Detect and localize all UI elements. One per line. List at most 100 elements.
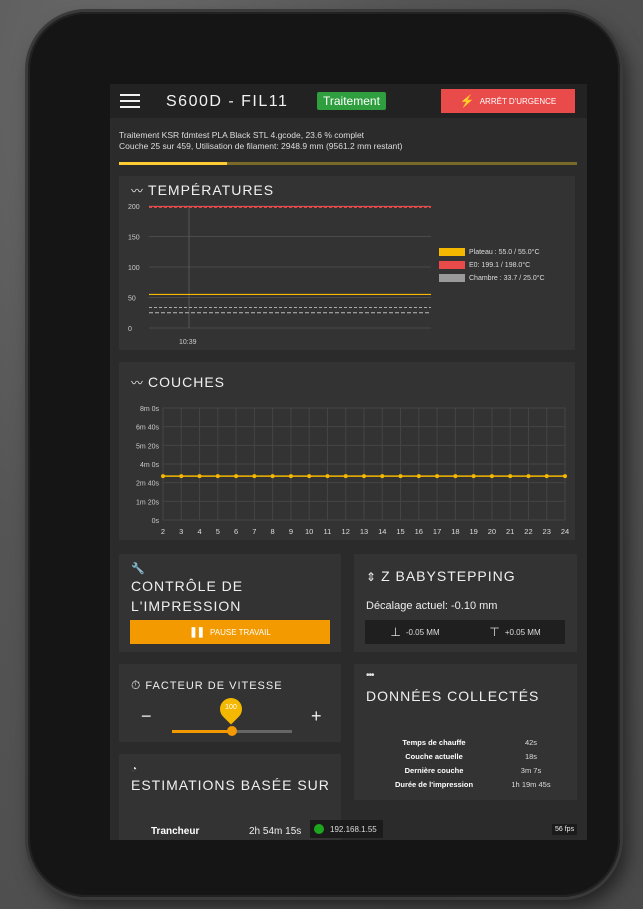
layers-y-tick: 0s [152, 518, 160, 525]
layers-y-tick: 8m 0s [140, 406, 160, 413]
job-line-1: Traitement KSR fdmtest PLA Black STL 4.g… [119, 130, 365, 140]
layer-time-point [270, 474, 275, 479]
current-offset: Décalage actuel: -0.10 mm [366, 600, 498, 612]
layer-time-point [380, 474, 385, 479]
temperatures-panel: 〰 TEMPÉRATURES 200 150 100 50 0 10:39 Plateau … [119, 176, 575, 350]
ip-address: 192.168.1.55 [330, 824, 377, 834]
layers-x-tick: 6 [234, 527, 238, 536]
legend-entry[interactable]: Chambre : 33.7 / 25.0°C [439, 274, 545, 282]
clock-icon: ◔ [131, 764, 138, 775]
layer-time-point [234, 474, 239, 479]
app-screen: S600D - FIL11 Traitement ⚡ ARRÊT D'URGEN… [110, 84, 587, 840]
data-row-label: Temps de chauffe [402, 738, 466, 747]
layer-time-point [435, 474, 440, 479]
layer-time-point [215, 474, 220, 479]
babystepping-title: ⇕ Z BABYSTEPPING [366, 568, 516, 584]
legend-entry[interactable]: Plateau : 55.0 / 55.0°C [439, 248, 545, 256]
layer-time-point [398, 474, 403, 479]
legend-label: Plateau : 55.0 / 55.0°C [469, 248, 540, 256]
temp-x-tick: 10:39 [179, 339, 197, 346]
print-control-title: CONTRÔLE DE L'IMPRESSION [131, 578, 244, 614]
layer-time-point [325, 474, 330, 479]
data-row-value: 3m 7s [520, 766, 542, 775]
speed-increase-button[interactable]: + [311, 706, 322, 727]
layers-x-tick: 7 [252, 527, 256, 536]
layers-x-tick: 9 [289, 527, 293, 536]
layers-y-tick: 6m 40s [136, 425, 159, 432]
layer-time-point [343, 474, 348, 479]
layers-chart: 8m 0s6m 40s5m 20s4m 0s2m 40s1m 20s0s2 3 4 5… [136, 406, 569, 536]
speed-factor-title: ⏱ FACTEUR DE VITESSE [131, 678, 283, 692]
speed-slider-fill [172, 730, 232, 733]
temp-y-tick: 200 [128, 204, 140, 211]
speed-decrease-button[interactable]: − [141, 706, 152, 727]
layers-x-tick: 19 [469, 527, 477, 536]
layer-time-point [544, 474, 549, 479]
lightning-icon: ⚡ [459, 94, 475, 108]
babystep-up-button[interactable]: ⊤ +0.05 MM [465, 620, 565, 644]
layer-time-point [362, 474, 366, 479]
layers-x-tick: 11 [324, 527, 332, 536]
layer-time-point [307, 474, 312, 479]
babystepping-panel: ⇕ Z BABYSTEPPING Décalage actuel: -0.10 m… [354, 554, 577, 652]
layer-time-point [489, 474, 494, 479]
top-bar: S600D - FIL11 Traitement ⚡ ARRÊT D'URGEN… [110, 84, 587, 118]
estimation-source-value: 2h 54m 15s [249, 826, 302, 837]
layer-time-point [563, 474, 567, 479]
legend-swatch [439, 274, 465, 282]
layers-x-tick: 20 [488, 527, 496, 536]
layers-x-tick: 23 [543, 527, 551, 536]
layer-time-point [288, 474, 293, 479]
arrow-up-from-line-icon: ⊤ [489, 625, 500, 639]
layer-time-point [197, 474, 202, 479]
data-row-value: 42s [524, 738, 538, 747]
emergency-stop-label: ARRÊT D'URGENCE [479, 96, 557, 106]
temp-y-tick: 50 [128, 296, 136, 303]
legend-swatch [439, 248, 465, 256]
layers-x-tick: 18 [451, 527, 459, 536]
temp-y-tick: 100 [128, 265, 140, 272]
pause-icon: ❚❚ [189, 626, 205, 638]
pause-job-button[interactable]: ❚❚ PAUSE TRAVAIL [130, 620, 330, 644]
layers-y-tick: 2m 40s [136, 481, 159, 488]
speed-slider-handle[interactable] [227, 726, 237, 736]
menu-icon[interactable] [120, 94, 140, 108]
estimations-panel: ◔ ESTIMATIONS BASÉE SUR Trancheur 2h 54m… [119, 754, 341, 840]
collected-data-title: DONNÉES COLLECTÉS [366, 688, 540, 704]
fps-counter: 56 fps [552, 824, 578, 835]
legend-swatch [439, 261, 465, 269]
print-control-panel: 🔧 CONTRÔLE DE L'IMPRESSION ❚❚ PAUSE TRAV… [119, 554, 341, 652]
layers-x-tick: 3 [179, 527, 183, 536]
printer-name: S600D - FIL11 [166, 93, 289, 110]
layers-x-tick: 24 [561, 527, 569, 536]
temp-y-tick: 0 [128, 326, 132, 333]
legend-label: E0: 199.1 / 198.0°C [469, 261, 531, 269]
legend-label: Chambre : 33.7 / 25.0°C [469, 274, 545, 282]
updown-icon: ⇕ [366, 570, 378, 584]
temp-y-tick: 150 [128, 235, 140, 242]
babystep-down-button[interactable]: ⊥ -0.05 MM [365, 620, 465, 644]
wrench-icon: 🔧 [131, 563, 145, 575]
stopwatch-icon: ⏱ [131, 678, 142, 692]
layers-y-tick: 4m 0s [140, 462, 160, 469]
data-row-label: Durée de l'impression [394, 780, 474, 789]
arrow-down-to-line-icon: ⊥ [390, 625, 401, 639]
job-progress-bar [119, 162, 577, 165]
layer-time-point [526, 474, 531, 479]
layer-time-point [179, 474, 184, 479]
layers-x-tick: 22 [524, 527, 532, 536]
layer-time-point [252, 474, 257, 479]
legend-entry[interactable]: E0: 199.1 / 198.0°C [439, 261, 545, 269]
data-row: Durée de l'impression 1h 19m 45s [372, 780, 566, 789]
data-row-label: Couche actuelle [405, 752, 463, 761]
layers-y-tick: 5m 20s [136, 443, 159, 450]
layers-x-tick: 4 [197, 527, 201, 536]
layer-time-point [508, 474, 513, 479]
layers-x-tick: 13 [360, 527, 368, 536]
emergency-stop-button[interactable]: ⚡ ARRÊT D'URGENCE [441, 89, 575, 113]
layer-time-point [161, 474, 165, 479]
connection-badge: 192.168.1.55 [310, 820, 383, 838]
layers-x-tick: 5 [216, 527, 220, 536]
job-line-2: Couche 25 sur 459, Utilisation de filame… [119, 141, 403, 151]
speed-factor-panel: ⏱ FACTEUR DE VITESSE − + 100 [119, 664, 341, 742]
